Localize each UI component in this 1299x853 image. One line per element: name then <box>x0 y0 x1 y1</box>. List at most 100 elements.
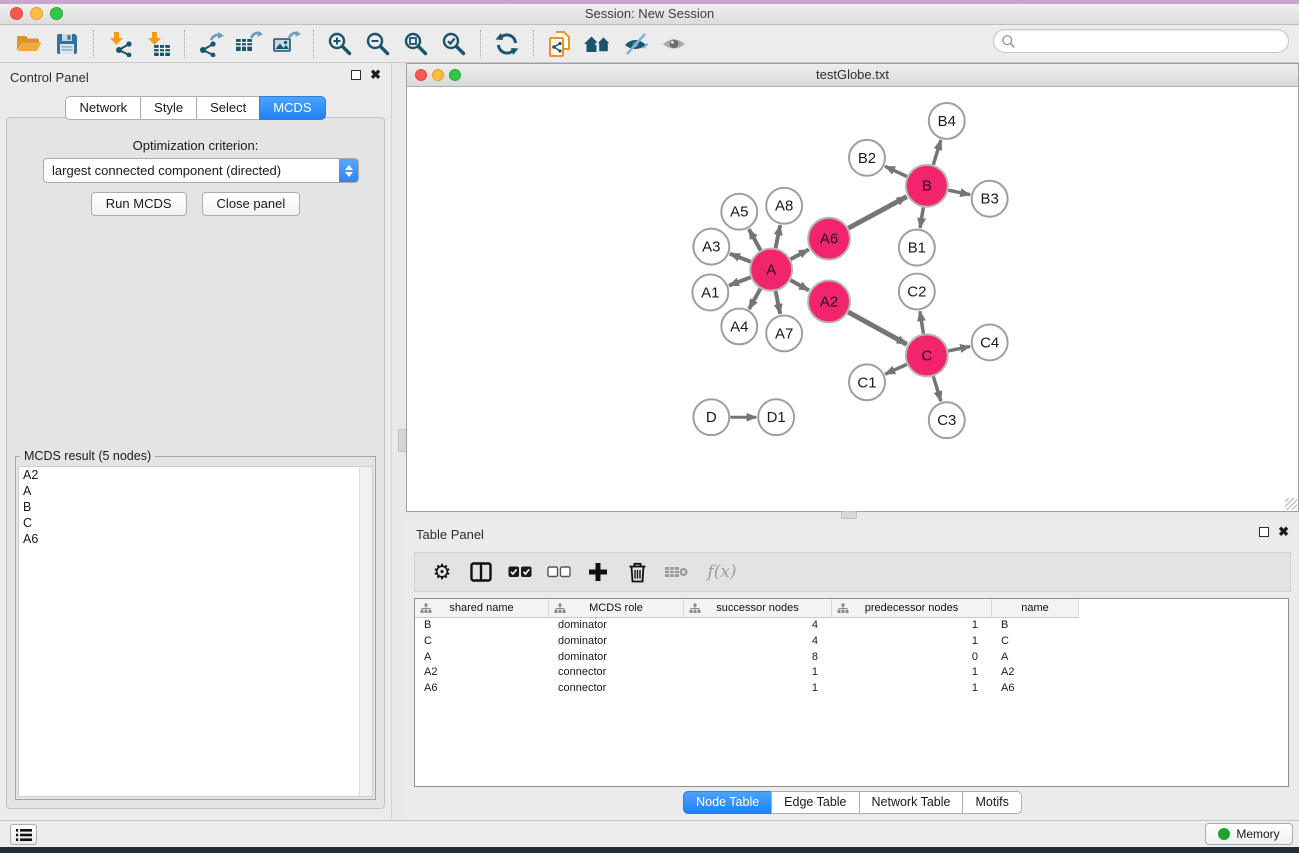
column-header-shared-name[interactable]: shared name <box>415 599 549 618</box>
graph-edge-B-B1[interactable] <box>920 207 923 227</box>
memory-button[interactable]: Memory <box>1205 823 1293 845</box>
table-cell[interactable]: connector <box>549 681 684 697</box>
table-cell[interactable]: 1 <box>832 618 992 634</box>
clone-network-button[interactable] <box>541 28 579 60</box>
search-input[interactable] <box>1016 32 1288 50</box>
graph-node-D[interactable]: D <box>693 399 729 435</box>
table-row[interactable]: Adominator80A <box>415 650 1288 666</box>
tab-network[interactable]: Network <box>65 96 141 120</box>
table-cell[interactable]: 8 <box>684 650 832 666</box>
tab-edge-table[interactable]: Edge Table <box>771 791 859 814</box>
column-header-successor-nodes[interactable]: successor nodes <box>684 599 832 618</box>
graph-node-D1[interactable]: D1 <box>758 399 794 435</box>
column-header-name[interactable]: name <box>992 599 1079 618</box>
node-table[interactable]: shared nameMCDS rolesuccessor nodesprede… <box>414 598 1289 787</box>
table-cell[interactable]: A2 <box>415 665 549 681</box>
deselect-all-rows-button[interactable] <box>544 557 574 587</box>
show-columns-button[interactable] <box>466 557 496 587</box>
table-cell[interactable]: 1 <box>832 665 992 681</box>
criterion-dropdown[interactable]: largest connected component (directed) <box>43 158 359 183</box>
table-cell[interactable]: 0 <box>832 650 992 666</box>
graph-edge-C-C3[interactable] <box>933 376 941 401</box>
table-row[interactable]: Cdominator41C <box>415 634 1288 650</box>
table-row[interactable]: A6connector11A6 <box>415 681 1288 697</box>
table-cell[interactable]: 4 <box>684 618 832 634</box>
graph-edge-A-A3[interactable] <box>730 254 751 262</box>
table-row[interactable]: Bdominator41B <box>415 618 1288 634</box>
close-panel-button[interactable]: Close panel <box>202 192 301 216</box>
graph-node-A2[interactable]: A2 <box>808 281 850 323</box>
result-scrollbar[interactable] <box>359 467 372 796</box>
table-cell[interactable]: 4 <box>684 634 832 650</box>
run-mcds-button[interactable]: Run MCDS <box>91 192 187 216</box>
graph-edge-C-C4[interactable] <box>948 346 970 351</box>
tab-network-table[interactable]: Network Table <box>859 791 964 814</box>
table-cell[interactable]: A6 <box>415 681 549 697</box>
delete-columns-button[interactable] <box>622 557 652 587</box>
mcds-result-item[interactable]: A <box>19 483 372 499</box>
table-cell[interactable]: C <box>415 634 549 650</box>
table-cell[interactable]: A <box>992 650 1079 666</box>
minimize-button[interactable] <box>30 7 43 20</box>
select-all-rows-button[interactable] <box>505 557 535 587</box>
column-header-predecessor-nodes[interactable]: predecessor nodes <box>832 599 992 618</box>
add-column-button[interactable] <box>583 557 613 587</box>
network-minimize-button[interactable] <box>432 69 444 81</box>
zoom-in-button[interactable] <box>321 28 359 60</box>
export-image-button[interactable] <box>268 28 306 60</box>
graph-node-C[interactable]: C <box>906 334 948 376</box>
graph-node-A7[interactable]: A7 <box>766 315 802 351</box>
table-row[interactable]: A2connector11A2 <box>415 665 1288 681</box>
mcds-result-list[interactable]: A2ABCA6 <box>18 466 373 797</box>
graph-node-A[interactable]: A <box>750 249 792 291</box>
network-window-titlebar[interactable]: testGlobe.txt <box>407 64 1298 87</box>
graph-edge-B-B3[interactable] <box>948 190 970 195</box>
mcds-result-item[interactable]: A6 <box>19 531 372 547</box>
import-network-button[interactable] <box>101 28 139 60</box>
float-panel-icon[interactable] <box>351 70 361 80</box>
mcds-result-item[interactable]: C <box>19 515 372 531</box>
open-session-button[interactable] <box>10 28 48 60</box>
graph-node-A4[interactable]: A4 <box>721 308 757 344</box>
export-network-button[interactable] <box>192 28 230 60</box>
horizontal-splitter-grip[interactable] <box>841 511 857 519</box>
graph-edge-A-A5[interactable] <box>749 229 761 250</box>
table-cell[interactable]: C <box>992 634 1079 650</box>
graph-node-A5[interactable]: A5 <box>721 194 757 230</box>
mcds-result-item[interactable]: A2 <box>19 467 372 483</box>
apply-layout-button[interactable] <box>488 28 526 60</box>
graph-node-B4[interactable]: B4 <box>929 103 965 139</box>
graph-edge-A-A7[interactable] <box>776 291 781 314</box>
table-cell[interactable]: A6 <box>992 681 1079 697</box>
close-button[interactable] <box>10 7 23 20</box>
graph-edge-A2-C[interactable] <box>848 312 906 344</box>
table-cell[interactable]: B <box>415 618 549 634</box>
graph-node-C3[interactable]: C3 <box>929 402 965 438</box>
zoom-button[interactable] <box>50 7 63 20</box>
window-resize-grip[interactable] <box>1285 498 1297 510</box>
tab-mcds[interactable]: MCDS <box>259 96 325 120</box>
table-cell[interactable]: A2 <box>992 665 1079 681</box>
graph-edge-B-B2[interactable] <box>885 166 907 176</box>
table-cell[interactable]: 1 <box>684 665 832 681</box>
table-cell[interactable]: 1 <box>832 634 992 650</box>
import-table-button[interactable] <box>139 28 177 60</box>
close-table-panel-icon[interactable]: ✖ <box>1278 527 1289 537</box>
graph-node-A3[interactable]: A3 <box>693 229 729 265</box>
table-cell[interactable]: B <box>992 618 1079 634</box>
tab-style[interactable]: Style <box>140 96 197 120</box>
graph-edge-A-A4[interactable] <box>749 289 760 309</box>
network-canvas[interactable]: B4B2BB3A5A8A6A3B1AA1C2A2A4A7C4CC1DD1C3 <box>407 88 1298 511</box>
table-cell[interactable]: dominator <box>549 650 684 666</box>
table-settings-button[interactable]: ⚙ <box>427 557 457 587</box>
network-zoom-button[interactable] <box>449 69 461 81</box>
apply-function-button[interactable]: f(x) <box>700 557 744 587</box>
column-header-MCDS-role[interactable]: MCDS role <box>549 599 684 618</box>
graph-node-C4[interactable]: C4 <box>972 324 1008 360</box>
first-neighbors-button[interactable] <box>579 28 617 60</box>
show-task-history-button[interactable] <box>10 824 37 845</box>
zoom-fit-button[interactable] <box>397 28 435 60</box>
tab-select[interactable]: Select <box>196 96 260 120</box>
table-cell[interactable]: dominator <box>549 618 684 634</box>
graph-edge-A6-B[interactable] <box>848 197 906 229</box>
